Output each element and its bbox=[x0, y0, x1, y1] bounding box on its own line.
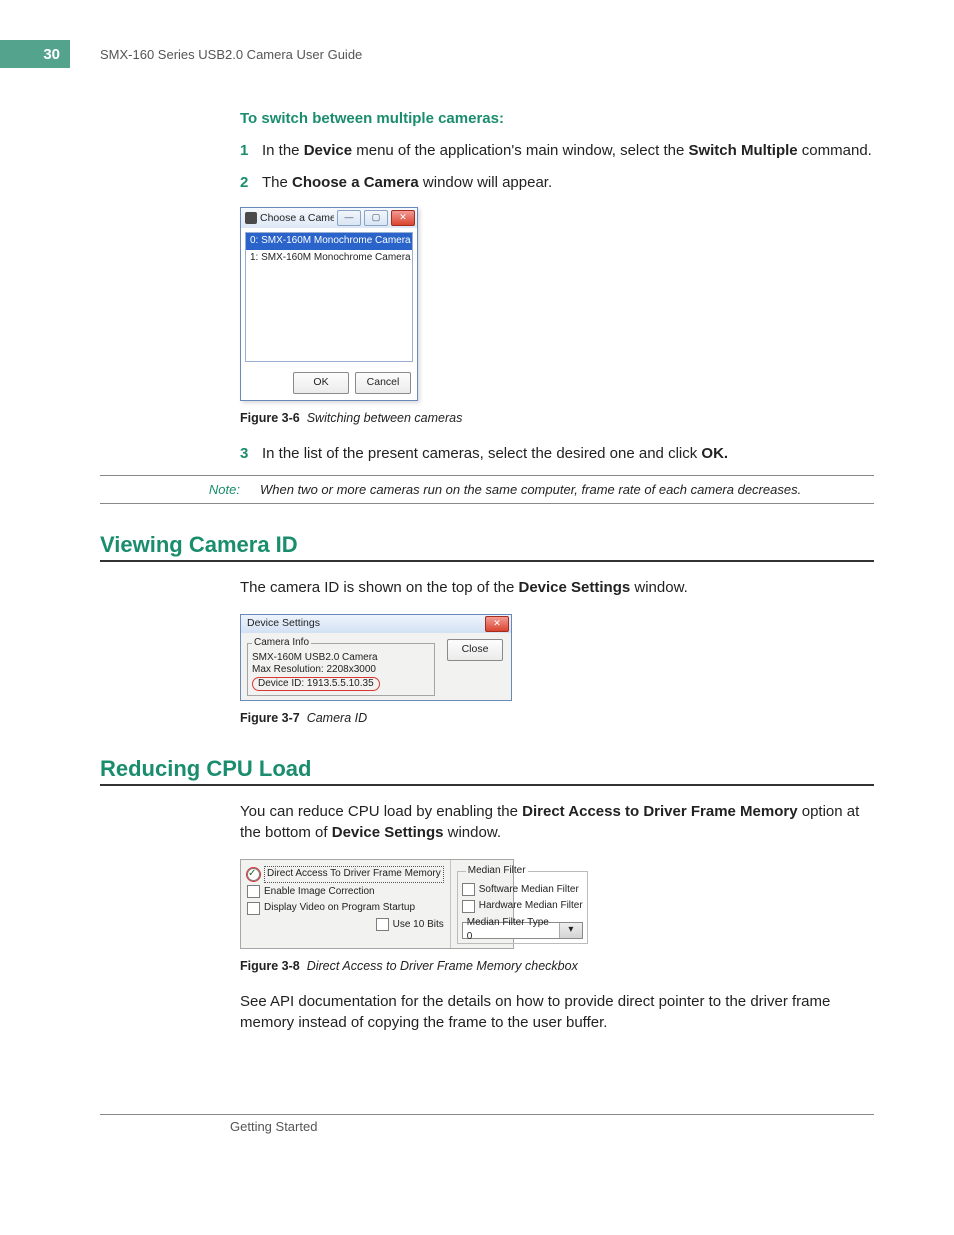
hardware-median-checkbox[interactable]: Hardware Median Filter bbox=[462, 899, 583, 914]
camera-model: SMX-160M USB2.0 Camera bbox=[252, 652, 430, 664]
close-button[interactable]: ✕ bbox=[391, 210, 415, 226]
dialog-titlebar: Choose a Camer... — ▢ ✕ bbox=[241, 208, 417, 228]
median-filter-group: Median Filter Software Median Filter Har… bbox=[457, 864, 588, 944]
list-item[interactable]: 0: SMX-160M Monochrome Camera (1913) bbox=[246, 233, 412, 250]
page-number: 30 bbox=[0, 40, 70, 68]
app-icon bbox=[245, 212, 257, 224]
step-3: 3 In the list of the present cameras, se… bbox=[240, 443, 874, 465]
checkbox-icon bbox=[462, 883, 475, 896]
enable-image-correction-checkbox[interactable]: Enable Image Correction bbox=[247, 885, 444, 900]
note: Note: When two or more cameras run on th… bbox=[100, 475, 874, 504]
running-header: SMX-160 Series USB2.0 Camera User Guide bbox=[70, 40, 362, 68]
choose-camera-dialog: Choose a Camer... — ▢ ✕ 0: SMX-160M Mono… bbox=[240, 207, 418, 401]
note-text: When two or more cameras run on the same… bbox=[260, 482, 874, 497]
cpu-paragraph-1: You can reduce CPU load by enabling the … bbox=[240, 801, 874, 845]
section-heading-cpu: Reducing CPU Load bbox=[100, 756, 874, 786]
device-settings-window: Device Settings ✕ Camera Info SMX-160M U… bbox=[240, 614, 512, 702]
checkbox-icon bbox=[247, 868, 260, 881]
view-id-paragraph: The camera ID is shown on the top of the… bbox=[240, 577, 874, 599]
ok-button[interactable]: OK bbox=[293, 372, 349, 394]
note-label: Note: bbox=[100, 482, 260, 497]
step-1: 1 In the Device menu of the application'… bbox=[240, 140, 874, 162]
checkbox-icon bbox=[247, 885, 260, 898]
window-title: Device Settings bbox=[247, 616, 481, 631]
figure-caption: Figure 3-7 Camera ID bbox=[240, 709, 874, 727]
camera-resolution: Max Resolution: 2208x3000 bbox=[252, 664, 430, 676]
switch-heading: To switch between multiple cameras: bbox=[240, 108, 874, 130]
list-item[interactable]: 1: SMX-160M Monochrome Camera (3537) bbox=[246, 250, 412, 267]
use-10bits-checkbox[interactable]: Use 10 Bits bbox=[247, 918, 444, 933]
dialog-title: Choose a Camer... bbox=[260, 211, 334, 226]
camera-list[interactable]: 0: SMX-160M Monochrome Camera (1913) 1: … bbox=[245, 232, 413, 362]
camera-device-id: Device ID: 1913.5.5.10.35 bbox=[252, 677, 380, 691]
camera-info-group: Camera Info SMX-160M USB2.0 Camera Max R… bbox=[247, 636, 435, 697]
options-panel: Direct Access To Driver Frame Memory Ena… bbox=[240, 859, 514, 949]
cancel-button[interactable]: Cancel bbox=[355, 372, 411, 394]
checkbox-icon bbox=[247, 902, 260, 915]
page-header: 30 SMX-160 Series USB2.0 Camera User Gui… bbox=[0, 40, 874, 68]
display-video-startup-checkbox[interactable]: Display Video on Program Startup bbox=[247, 901, 444, 916]
close-button-inline[interactable]: Close bbox=[447, 639, 503, 661]
software-median-checkbox[interactable]: Software Median Filter bbox=[462, 883, 583, 898]
checkbox-icon bbox=[462, 900, 475, 913]
chevron-down-icon: ▾ bbox=[559, 923, 582, 938]
checkbox-icon bbox=[376, 918, 389, 931]
minimize-button[interactable]: — bbox=[337, 210, 361, 226]
maximize-button[interactable]: ▢ bbox=[364, 210, 388, 226]
direct-access-checkbox[interactable]: Direct Access To Driver Frame Memory bbox=[247, 866, 444, 883]
section-heading-view-id: Viewing Camera ID bbox=[100, 532, 874, 562]
step-2: 2 The Choose a Camera window will appear… bbox=[240, 172, 874, 194]
figure-caption: Figure 3-8 Direct Access to Driver Frame… bbox=[240, 957, 874, 975]
figure-caption: Figure 3-6 Switching between cameras bbox=[240, 409, 874, 427]
close-button[interactable]: ✕ bbox=[485, 616, 509, 632]
footer: Getting Started bbox=[100, 1114, 874, 1134]
median-filter-type-combo[interactable]: Median Filter Type 0 ▾ bbox=[462, 922, 583, 939]
cpu-paragraph-2: See API documentation for the details on… bbox=[240, 991, 874, 1035]
